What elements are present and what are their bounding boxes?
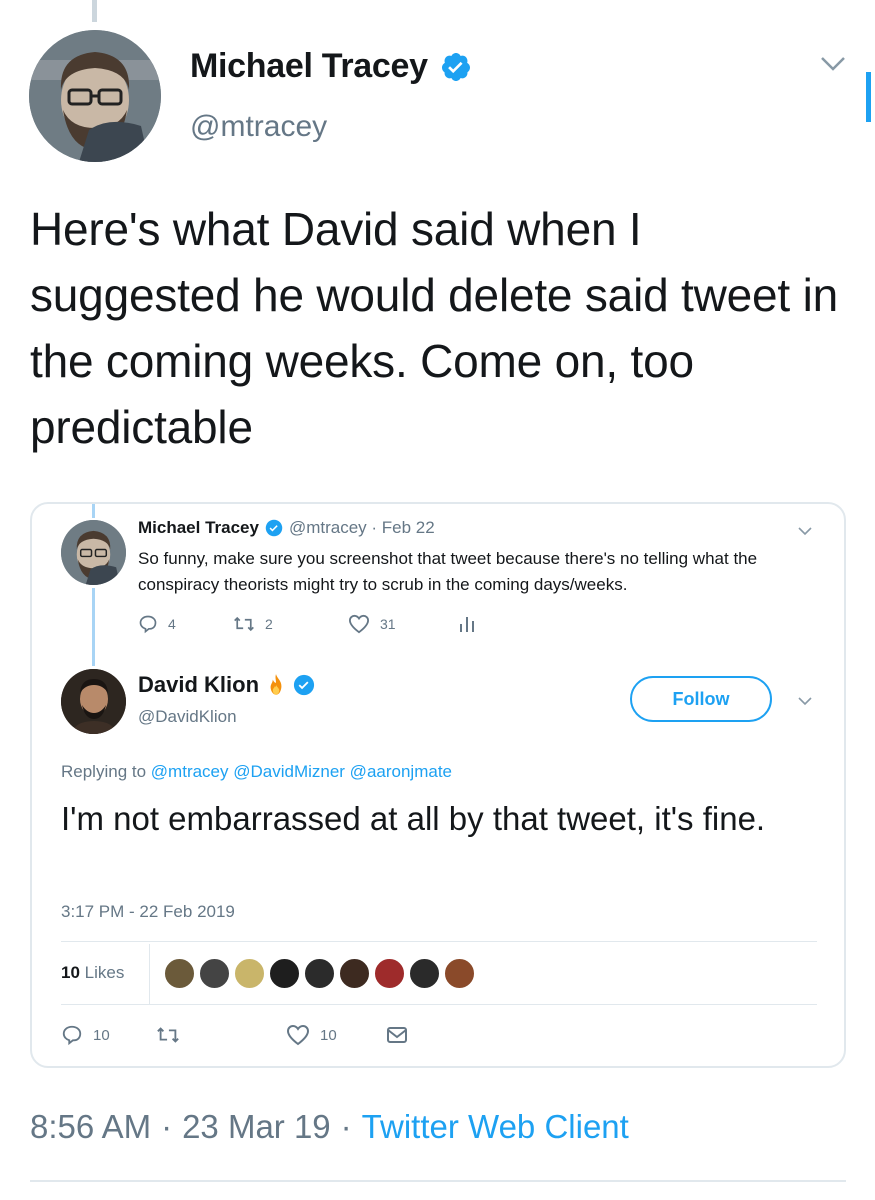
replying-mentions[interactable]: @mtracey @DavidMizner @aaronjmate: [151, 762, 452, 781]
like-action[interactable]: 31: [348, 614, 458, 634]
reply-author-name[interactable]: David Klion: [138, 672, 315, 698]
author-handle[interactable]: @mtracey: [190, 110, 327, 144]
parent-author-name[interactable]: Michael Tracey: [138, 518, 259, 538]
author-name[interactable]: Michael Tracey: [190, 47, 472, 86]
likes-word: Likes: [84, 963, 125, 982]
replying-to: Replying to @mtracey @DavidMizner @aaron…: [61, 762, 452, 782]
message-action[interactable]: [386, 1025, 408, 1045]
scroll-indicator: [866, 72, 871, 122]
avatar[interactable]: [61, 669, 126, 734]
liker-avatars: [163, 957, 476, 990]
reply-action[interactable]: 10: [61, 1024, 156, 1046]
retweet-count: 2: [265, 616, 273, 632]
follow-button[interactable]: Follow: [630, 676, 772, 722]
reply-icon: [62, 1025, 82, 1046]
reply-timestamp[interactable]: 3:17 PM - 22 Feb 2019: [61, 902, 235, 922]
parent-tweet-header: Michael Tracey @mtracey · Feb 22: [138, 518, 435, 538]
thread-connector: [92, 588, 95, 666]
likes-summary[interactable]: 10 Likes: [61, 963, 124, 983]
divider: [61, 941, 817, 942]
message-icon: [387, 1027, 407, 1043]
like-count: 31: [380, 616, 396, 632]
tweet-time[interactable]: 8:56 AM: [30, 1108, 151, 1146]
liker-avatar[interactable]: [443, 957, 476, 990]
reply-author-handle[interactable]: @DavidKlion: [138, 707, 237, 727]
liker-avatar[interactable]: [303, 957, 336, 990]
likes-count: 10: [61, 963, 80, 982]
fire-emoji: [270, 674, 282, 695]
avatar[interactable]: [61, 520, 126, 585]
tweet-client[interactable]: Twitter Web Client: [362, 1108, 629, 1146]
parent-tweet-text: So funny, make sure you screenshot that …: [138, 549, 758, 594]
chevron-down-icon[interactable]: [796, 694, 814, 708]
meta-separator: ·: [340, 1108, 352, 1145]
thread-connector: [92, 504, 95, 518]
liker-avatar[interactable]: [338, 957, 371, 990]
tweet-meta: 8:56 AM · 23 Mar 19 · Twitter Web Client: [30, 1108, 629, 1146]
tweet-text: Here's what David said when I suggested …: [30, 203, 838, 453]
parent-actions: 4 2 31: [138, 614, 476, 634]
reply-actions: 10 10: [61, 1024, 408, 1046]
chevron-down-icon[interactable]: [796, 524, 814, 538]
reply-icon: [139, 615, 157, 634]
like-icon: [286, 1024, 310, 1046]
verified-icon: [441, 52, 470, 81]
like-icon: [348, 614, 370, 634]
reply-tweet-text: I'm not embarrassed at all by that tweet…: [61, 800, 766, 837]
divider: [30, 1180, 846, 1182]
like-count: 10: [320, 1026, 337, 1044]
liker-avatar[interactable]: [373, 957, 406, 990]
verified-icon: [293, 674, 315, 696]
retweet-action[interactable]: 2: [233, 615, 348, 633]
reply-count: 4: [168, 616, 176, 632]
divider: [149, 944, 150, 1004]
analytics-icon: [460, 617, 474, 632]
liker-avatar[interactable]: [163, 957, 196, 990]
thread-connector: [92, 0, 97, 22]
avatar[interactable]: [29, 30, 161, 162]
like-action[interactable]: 10: [286, 1024, 386, 1046]
retweet-action[interactable]: [156, 1025, 286, 1045]
verified-icon: [265, 519, 283, 537]
quoted-tweet-card[interactable]: Michael Tracey @mtracey · Feb 22 So funn…: [30, 502, 846, 1068]
meta-separator: ·: [161, 1108, 173, 1145]
analytics-action[interactable]: [458, 614, 476, 634]
tweet-date[interactable]: 23 Mar 19: [182, 1108, 331, 1146]
reply-author-name-text[interactable]: David Klion: [138, 672, 259, 698]
liker-avatar[interactable]: [233, 957, 266, 990]
liker-avatar[interactable]: [198, 957, 231, 990]
reply-action[interactable]: 4: [138, 614, 233, 634]
author-name-text[interactable]: Michael Tracey: [190, 47, 428, 86]
liker-avatar[interactable]: [268, 957, 301, 990]
retweet-icon: [234, 616, 254, 632]
divider: [61, 1004, 817, 1005]
liker-avatar[interactable]: [408, 957, 441, 990]
retweet-icon: [157, 1027, 179, 1043]
replying-prefix: Replying to: [61, 762, 147, 781]
reply-count: 10: [93, 1026, 110, 1044]
chevron-down-icon[interactable]: [818, 52, 848, 76]
parent-meta[interactable]: @mtracey · Feb 22: [289, 518, 435, 538]
